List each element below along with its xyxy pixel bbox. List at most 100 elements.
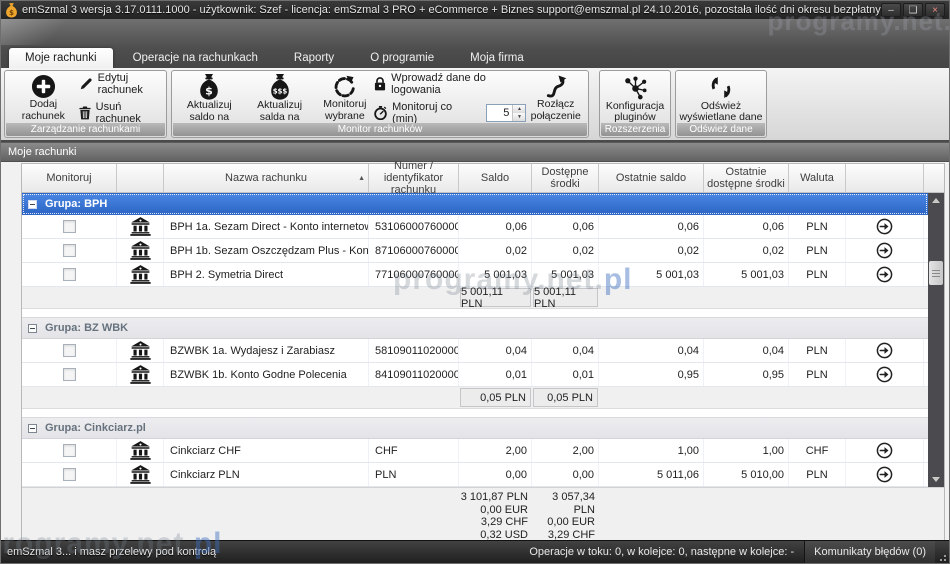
open-account-button[interactable] [876, 442, 893, 459]
open-account-button[interactable] [876, 218, 893, 235]
cell [846, 363, 924, 386]
close-button[interactable]: × [925, 3, 945, 17]
table-header: Monitoruj Nazwa rachunku▲Numer / identyfi… [22, 164, 944, 193]
group-row[interactable]: Grupa: Cinkciarz.pl [22, 417, 928, 439]
column-header[interactable] [846, 164, 924, 192]
cell [846, 215, 924, 238]
ribbon-group-label: Odśwież dane [677, 123, 765, 136]
cell: 581090110200000... [369, 339, 459, 362]
delete-account-button[interactable]: Usuń rachunek [79, 101, 163, 125]
monitor-checkbox[interactable] [63, 368, 76, 381]
update-balances-button[interactable]: $$$ Aktualizuj salda na rachunkach [244, 73, 316, 124]
column-header[interactable]: Ostatnie dostępne środki [704, 164, 789, 192]
cell: Cinkciarz CHF [164, 439, 369, 462]
cell: 1,00 [704, 439, 789, 462]
bank-icon [130, 365, 151, 384]
table-row[interactable]: BZWBK 1b. Konto Godne Polecenia841090110… [22, 363, 928, 387]
bank-icon [130, 241, 151, 260]
maximize-button[interactable]: ❑ [903, 3, 923, 17]
vertical-scrollbar[interactable] [928, 193, 944, 487]
cell: 0,04 [704, 339, 789, 362]
collapse-icon[interactable] [28, 424, 37, 433]
group-row[interactable]: Grupa: BPH [22, 193, 928, 215]
group-summary-row: 0,05 PLN0,05 PLN [22, 387, 928, 409]
tab-o-programie[interactable]: O programie [354, 48, 450, 68]
cell: 771060007600003... [369, 263, 459, 286]
monitor-checkbox[interactable] [63, 344, 76, 357]
minimize-button[interactable]: – [881, 3, 901, 17]
scroll-track[interactable] [928, 208, 944, 472]
ribbon-group-zarzadzanie: Dodaj rachunek (konto) Edytuj rachunek U… [4, 70, 167, 138]
scroll-up-icon[interactable] [928, 193, 944, 208]
monitor-checkbox[interactable] [63, 220, 76, 233]
spin-up-icon[interactable]: ▲ [513, 105, 525, 113]
column-header[interactable]: Nazwa rachunku▲ [164, 164, 369, 192]
tab-moje-rachunki[interactable]: Moje rachunki [9, 48, 113, 68]
column-header[interactable]: Waluta [789, 164, 846, 192]
open-account-button[interactable] [876, 266, 893, 283]
cell: 531060007600003... [369, 215, 459, 238]
cell: 5 001,03 [704, 263, 789, 286]
open-account-button[interactable] [876, 242, 893, 259]
error-messages-button[interactable]: Komunikaty błędów (0) [804, 541, 935, 564]
open-account-button[interactable] [876, 342, 893, 359]
table-row[interactable]: Cinkciarz CHFCHF2,002,001,001,00CHF [22, 439, 928, 463]
open-account-button[interactable] [876, 466, 893, 483]
lock-icon [374, 77, 386, 91]
column-header[interactable]: Numer / identyfikator rachunku [369, 164, 459, 192]
cell: 0,95 [599, 363, 704, 386]
table-body: Grupa: BPHBPH 1a. Sezam Direct - Konto i… [22, 193, 944, 542]
disconnect-button[interactable]: Rozłącz połączenie ▾ [526, 73, 585, 124]
edit-account-button[interactable]: Edytuj rachunek [79, 72, 163, 96]
table-row[interactable]: BZWBK 1a. Wydajesz i Zarabiasz5810901102… [22, 339, 928, 363]
cell: 0,06 [532, 215, 599, 238]
column-header[interactable]: Monitoruj [22, 164, 117, 192]
ribbon-group-label: Rozszerzenia [601, 123, 669, 136]
table-row[interactable]: BPH 1a. Sezam Direct - Konto internetowe… [22, 215, 928, 239]
trash-icon [79, 106, 91, 120]
monitor-checkbox[interactable] [63, 268, 76, 281]
cell: 0,04 [459, 339, 532, 362]
tab-operacje-na-rachunkach[interactable]: Operacje na rachunkach [117, 48, 274, 68]
enter-login-button[interactable]: Wprowadź dane do logowania [374, 72, 526, 96]
cell: 5 001,03 [459, 263, 532, 286]
add-circle-icon [31, 74, 56, 99]
summary-saldo: 0,05 PLN [460, 388, 531, 407]
spin-down-icon[interactable]: ▼ [513, 113, 525, 121]
tab-moja-firma[interactable]: Moja firma [454, 48, 540, 68]
pencil-icon [79, 77, 93, 91]
scroll-down-icon[interactable] [928, 472, 944, 487]
table-row[interactable]: BPH 2. Symetria Direct771060007600003...… [22, 263, 928, 287]
monitor-selected-button[interactable]: Monitoruj wybrane rachunki [316, 73, 375, 124]
cell: PLN [789, 363, 846, 386]
open-account-button[interactable] [876, 366, 893, 383]
cell: PLN [789, 263, 846, 286]
monitor-checkbox[interactable] [63, 444, 76, 457]
title-bar: $ emSzmal 3 wersja 3.17.0111.1000 - użyt… [1, 1, 949, 19]
group-name: Grupa: BZ WBK [45, 322, 128, 334]
column-header[interactable]: Ostatnie saldo [599, 164, 704, 192]
column-header[interactable]: Saldo [459, 164, 532, 192]
table-row[interactable]: Cinkciarz PLNPLN0,000,005 011,065 010,00… [22, 463, 928, 487]
add-account-button[interactable]: Dodaj rachunek (konto) [8, 73, 79, 124]
bank-icon [130, 217, 151, 236]
scroll-thumb[interactable] [929, 261, 943, 285]
collapse-icon[interactable] [28, 324, 37, 333]
collapse-icon[interactable] [28, 200, 37, 209]
column-header[interactable] [117, 164, 164, 192]
plugins-config-button[interactable]: Konfiguracja pluginów [603, 73, 667, 124]
interval-spinner[interactable]: 5 ▲ ▼ [486, 104, 527, 122]
refresh-data-button[interactable]: Odśwież wyświetlane dane [679, 73, 763, 124]
resize-grip-icon[interactable] [935, 541, 949, 564]
interval-value[interactable]: 5 [487, 105, 513, 121]
update-balance-button[interactable]: $ Aktualizuj saldo na rachunku [175, 73, 244, 124]
tab-raporty[interactable]: Raporty [278, 48, 350, 68]
cell: BZWBK 1b. Konto Godne Polecenia [164, 363, 369, 386]
stopwatch-icon [374, 106, 387, 120]
monitor-checkbox[interactable] [63, 244, 76, 257]
group-row[interactable]: Grupa: BZ WBK [22, 317, 928, 339]
table-row[interactable]: BPH 1b. Sezam Oszczędzam Plus - Konto os… [22, 239, 928, 263]
cell: 2,00 [459, 439, 532, 462]
monitor-checkbox[interactable] [63, 468, 76, 481]
column-header[interactable]: Dostępne środki [532, 164, 599, 192]
